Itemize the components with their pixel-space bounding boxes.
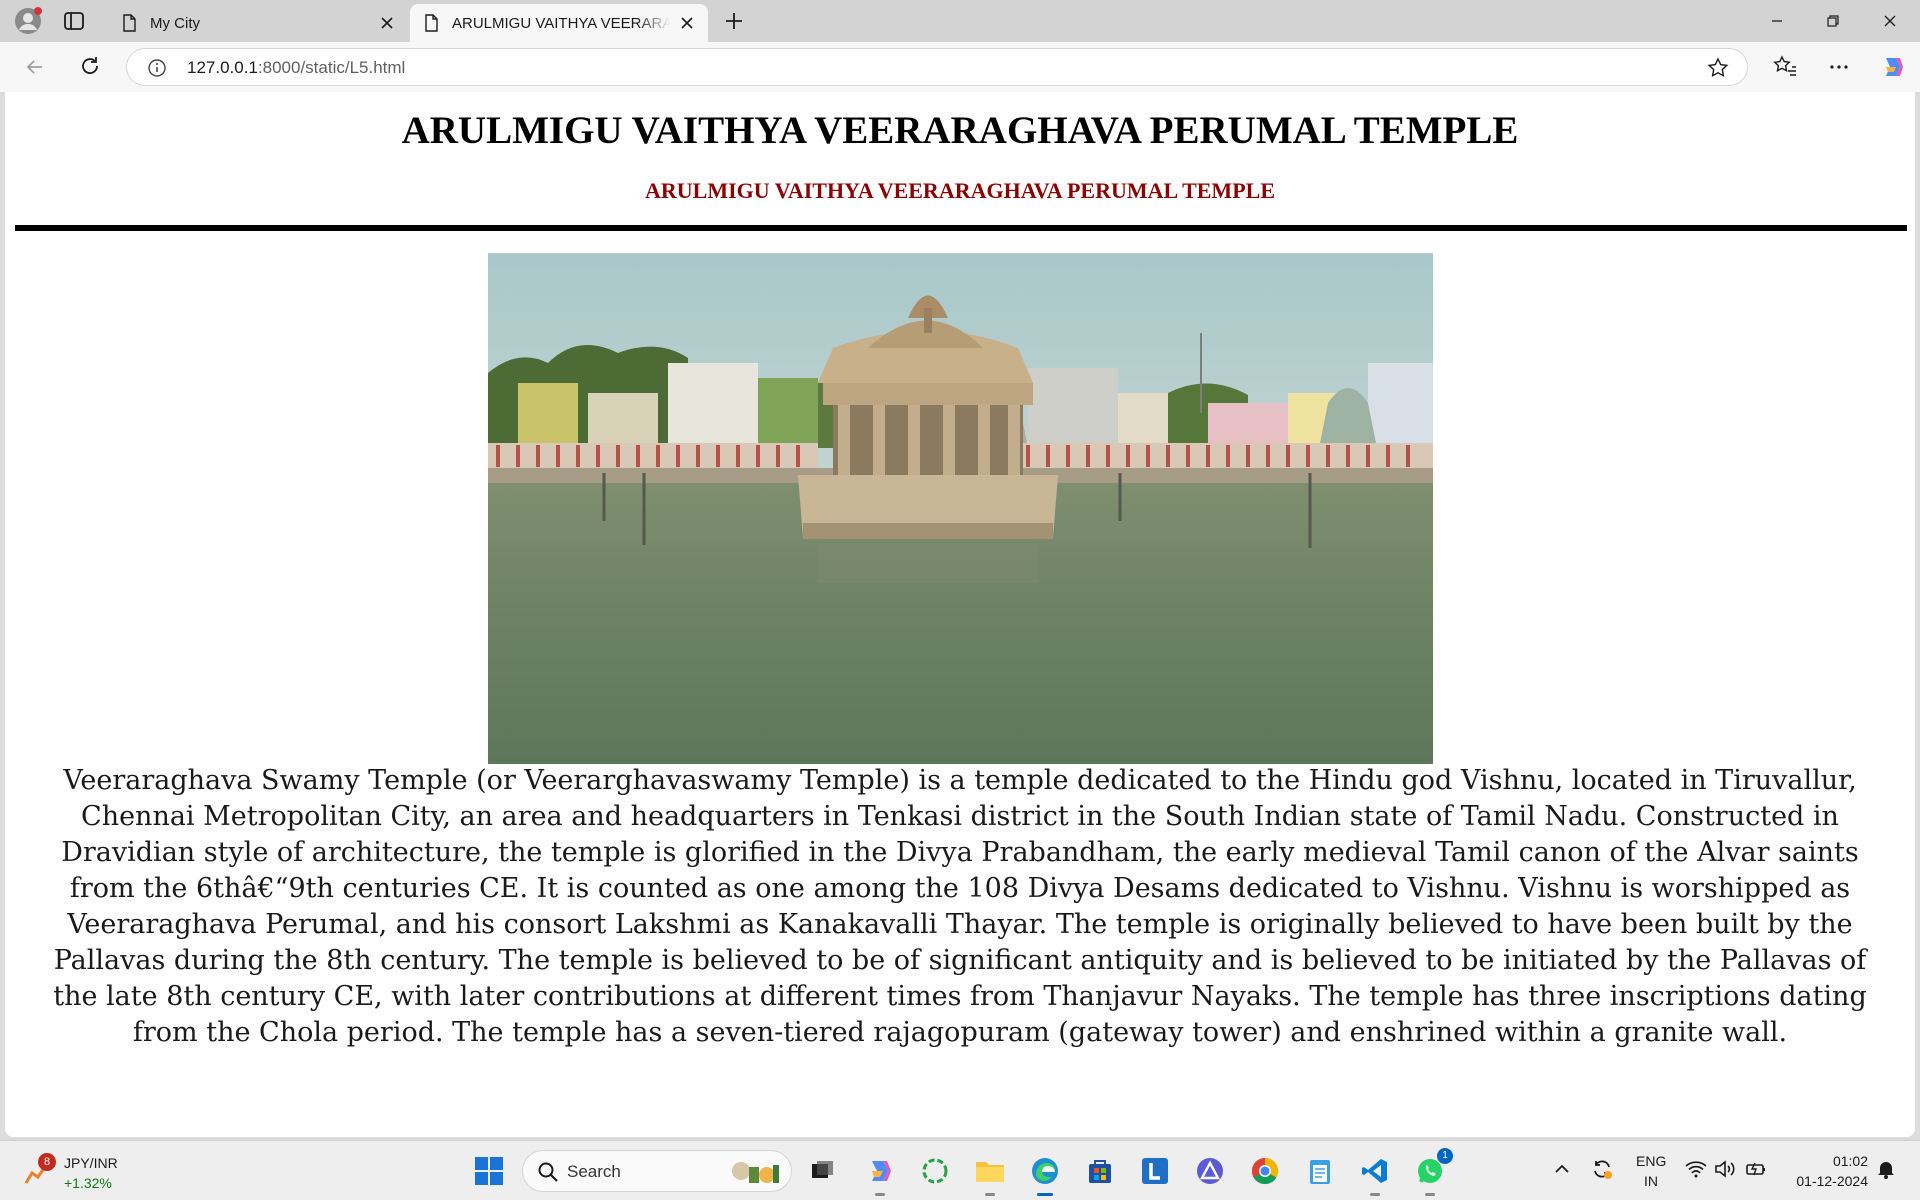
ticker-change: +1.32%	[64, 1175, 112, 1191]
notepad-icon	[1310, 1160, 1330, 1184]
taskbar-notepad[interactable]	[1301, 1152, 1339, 1190]
copilot-icon	[872, 1161, 891, 1181]
tab-strip: My City ARULMIGU VAITHYA VEERARAGHAVA PE…	[0, 0, 1920, 42]
address-bar[interactable]: 127.0.0.1:8000/static/L5.html	[126, 48, 1748, 86]
battery-icon[interactable]	[1744, 1157, 1768, 1181]
chrome-icon	[1251, 1157, 1279, 1185]
back-icon[interactable]	[22, 54, 48, 80]
notification-badge: 8	[38, 1153, 56, 1171]
url-text: 127.0.0.1:8000/static/L5.html	[187, 58, 405, 78]
taskbar-l-app[interactable]	[1136, 1152, 1174, 1190]
l-app-icon	[1142, 1158, 1168, 1184]
favorite-star-icon[interactable]	[1707, 57, 1729, 79]
tab-actions-icon[interactable]	[62, 9, 86, 33]
tab-temple[interactable]: ARULMIGU VAITHYA VEERARAGHAVA PERUMAL TE…	[410, 4, 708, 42]
running-indicator	[1425, 1193, 1435, 1196]
close-tab-icon[interactable]	[378, 14, 396, 32]
system-clock[interactable]: 01:02 01-12-2024	[1784, 1151, 1868, 1191]
store-icon	[1089, 1160, 1111, 1183]
profile-icon[interactable]	[14, 7, 42, 35]
taskbar-chrome[interactable]	[1246, 1152, 1284, 1190]
running-indicator	[1370, 1193, 1380, 1196]
copilot-icon[interactable]	[1880, 54, 1906, 80]
taskbar-whatsapp[interactable]: 1	[1411, 1148, 1453, 1196]
url-path: :8000/static/L5.html	[257, 58, 406, 77]
page-viewport: ARULMIGU VAITHYA VEERARAGHAVA PERUMAL TE…	[5, 92, 1915, 1137]
close-window-icon[interactable]	[1877, 8, 1903, 34]
taskbar-edge[interactable]	[1026, 1152, 1064, 1196]
temple-tank-photo	[488, 253, 1433, 764]
sync-app-icon	[922, 1158, 948, 1184]
input-language[interactable]: ENG IN	[1636, 1151, 1666, 1191]
taskbar-file-explorer[interactable]	[971, 1152, 1009, 1196]
edge-icon	[1032, 1158, 1058, 1184]
search-icon	[538, 1162, 558, 1182]
close-tab-icon[interactable]	[678, 14, 696, 32]
running-indicator	[875, 1193, 885, 1196]
clock-date: 01-12-2024	[1796, 1173, 1868, 1189]
browser-toolbar: 127.0.0.1:8000/static/L5.html	[0, 42, 1920, 92]
favorites-icon[interactable]	[1772, 54, 1798, 80]
page-title: ARULMIGU VAITHYA VEERARAGHAVA PERUMAL TE…	[401, 109, 1519, 152]
whatsapp-badge: 1	[1437, 1148, 1453, 1164]
horizontal-rule	[15, 225, 1907, 231]
tab-title: My City	[150, 14, 200, 32]
running-indicator	[985, 1193, 995, 1196]
widgets-ticker[interactable]: 8 JPY/INR +1.32%	[22, 1153, 132, 1193]
url-host: 127.0.0.1	[187, 58, 258, 77]
site-info-icon[interactable]	[147, 58, 167, 78]
folder-icon	[976, 1162, 1004, 1182]
task-view-icon	[812, 1161, 833, 1178]
more-options-icon[interactable]	[1826, 54, 1852, 80]
temple-description: Veeraraghava Swamy Temple (or Veerarghav…	[53, 765, 1867, 1048]
page-icon	[425, 14, 438, 32]
taskbar-task-view[interactable]	[803, 1152, 841, 1190]
search-highlight-icon	[732, 1162, 779, 1183]
active-indicator	[1037, 1193, 1053, 1196]
clock-time: 01:02	[1832, 1153, 1868, 1169]
taskbar-store[interactable]	[1081, 1152, 1119, 1190]
tab-my-city[interactable]: My City	[108, 4, 408, 42]
tab-title: ARULMIGU VAITHYA VEERARAGHAVA PERUMAL TE…	[452, 14, 670, 32]
minimize-icon[interactable]	[1764, 8, 1790, 34]
new-tab-icon[interactable]	[722, 9, 746, 33]
ticker-name: JPY/INR	[64, 1155, 118, 1171]
vscode-icon	[1362, 1159, 1387, 1183]
volume-icon[interactable]	[1713, 1157, 1737, 1181]
refresh-icon[interactable]	[77, 54, 103, 80]
taskbar-copilot[interactable]	[861, 1152, 899, 1196]
restore-icon[interactable]	[1820, 8, 1846, 34]
page-subtitle: ARULMIGU VAITHYA VEERARAGHAVA PERUMAL TE…	[645, 178, 1275, 203]
taskbar-app-circle[interactable]	[916, 1152, 954, 1190]
notifications-bell-icon[interactable]	[1874, 1157, 1898, 1181]
search-label: Search	[567, 1162, 621, 1181]
taskbar-triangle-app[interactable]	[1191, 1152, 1229, 1190]
language-code: ENG	[1636, 1153, 1667, 1169]
wifi-icon[interactable]	[1684, 1157, 1708, 1181]
page-icon	[123, 14, 136, 32]
triangle-app-icon	[1197, 1158, 1223, 1184]
windows-start-icon[interactable]	[474, 1156, 504, 1186]
taskbar: 8 JPY/INR +1.32% Search 1 ENG IN 01:02 0…	[0, 1140, 1920, 1200]
region-code: IN	[1644, 1173, 1658, 1189]
sync-status-icon[interactable]	[1590, 1157, 1614, 1181]
taskbar-vscode[interactable]	[1356, 1152, 1394, 1196]
taskbar-search[interactable]: Search	[522, 1150, 792, 1192]
show-hidden-icons-icon[interactable]	[1550, 1157, 1574, 1181]
